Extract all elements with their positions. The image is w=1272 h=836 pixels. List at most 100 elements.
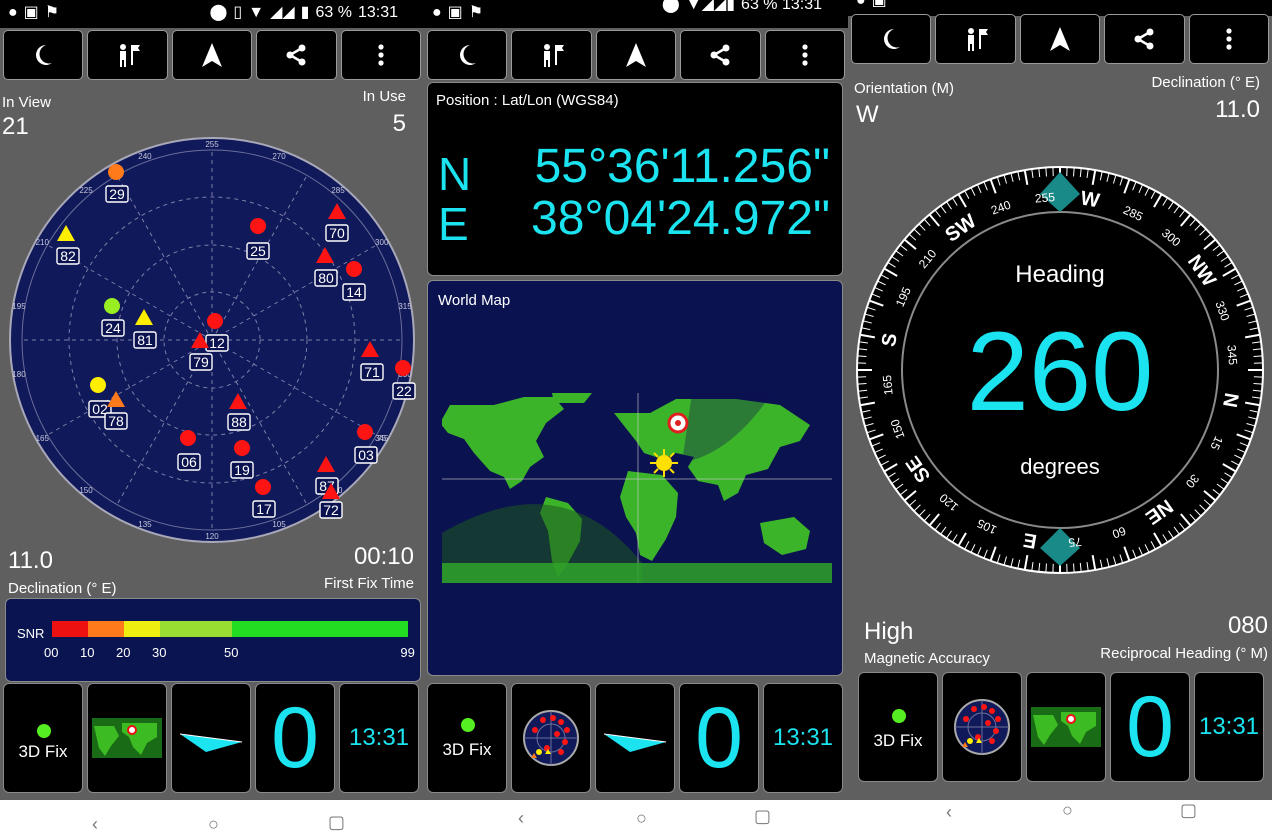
fix-label: 3D Fix — [18, 742, 68, 761]
sky-plot: 2402552702853003153303452252101951801651… — [9, 137, 416, 543]
signal-icon: ◢◢ — [270, 4, 295, 21]
location-icon: ⬤ — [209, 4, 228, 21]
counter-tile[interactable]: 0 — [679, 683, 759, 793]
dial-tick — [1253, 383, 1263, 385]
orientation-label: Orientation (M) — [854, 80, 955, 97]
status-time-partial: 63 % 13:31 — [741, 0, 822, 13]
world-map-tile[interactable] — [87, 683, 167, 793]
lat-hemisphere: N — [438, 148, 472, 200]
satellite-prn: 25 — [250, 243, 266, 259]
first-fix-value: 00:10 — [353, 543, 414, 570]
status-time: 13:31 — [357, 4, 398, 21]
battery-icon: ▮ — [300, 4, 310, 21]
snr-band-lightgreen — [159, 621, 232, 637]
compass-arrow-tile[interactable] — [171, 683, 251, 793]
waypoint-button[interactable] — [935, 14, 1016, 64]
fix-indicator-dot — [37, 724, 51, 738]
status-bar-2: ● ▣ ⚑ ⬤ ▼◢◢▮ 63 % 13:31 — [424, 0, 848, 28]
clock-tile[interactable]: 13:31 — [339, 683, 419, 793]
home-icon[interactable]: ○ — [208, 814, 219, 835]
share-button[interactable] — [256, 30, 337, 80]
satellite-marker — [207, 313, 223, 329]
dial-tick — [857, 383, 867, 385]
heading-value: 260 — [967, 309, 1154, 434]
pointer-arrow-icon — [603, 733, 667, 752]
vibrate-icon: ▯ — [233, 4, 243, 21]
clock-value: 13:31 — [1198, 713, 1260, 740]
counter-tile[interactable]: 0 — [255, 683, 335, 793]
azimuth-tick-label: 225 — [79, 186, 93, 195]
satellite-marker — [180, 430, 196, 446]
latitude-value: 55°36'11.256" — [534, 140, 830, 193]
person-flag-icon — [967, 28, 988, 51]
share-icon — [286, 44, 306, 66]
azimuth-tick-label: 300 — [375, 238, 389, 247]
azimuth-tick-label: 135 — [138, 520, 152, 529]
satellite-marker — [90, 377, 106, 393]
toolbar — [0, 30, 424, 82]
snr-tick-label: 30 — [152, 645, 167, 660]
clock-tile[interactable]: 13:31 — [763, 683, 843, 793]
fix-status-tile[interactable]: 3D Fix — [427, 683, 507, 793]
satellite-prn: 29 — [109, 186, 125, 202]
satellite-prn: 88 — [231, 414, 247, 430]
satellite-prn: 70 — [329, 225, 345, 241]
waypoint-button[interactable] — [87, 30, 168, 80]
image-icon: ▣ — [447, 4, 463, 21]
compass-panel: ● ▣ Orientation (M) W Declination (° E) 1… — [848, 0, 1272, 800]
azimuth-tick-label: 195 — [12, 302, 26, 311]
sky-plot-tile[interactable] — [511, 683, 591, 793]
recents-icon[interactable]: ▢ — [328, 812, 345, 833]
share-icon — [710, 44, 730, 66]
wifi-icon: ▼ — [248, 4, 265, 21]
mini-world-map — [92, 718, 162, 758]
home-icon[interactable]: ○ — [636, 808, 647, 829]
mini-world-map — [1031, 707, 1101, 747]
satellite-prn: 79 — [193, 354, 209, 370]
fix-status-tile[interactable]: 3D Fix — [858, 672, 938, 782]
fix-status-tile[interactable]: 3D Fix — [3, 683, 83, 793]
back-icon[interactable]: ‹ — [946, 802, 952, 823]
status-bar: ● ▣ ⚑ ⬤ ▯ ▼ ◢◢ ▮ 63 % 13:31 — [0, 0, 424, 28]
world-map-card: World Map — [427, 280, 843, 676]
home-icon[interactable]: ○ — [1062, 800, 1073, 821]
night-mode-button[interactable] — [427, 30, 508, 80]
navigate-button[interactable] — [595, 30, 677, 80]
azimuth-tick-label: 240 — [138, 152, 152, 161]
in-view-label: In View — [2, 94, 51, 111]
azimuth-tick-label: 270 — [272, 152, 286, 161]
snr-band-orange — [87, 621, 124, 637]
share-button[interactable] — [1104, 14, 1185, 64]
satellite-marker — [346, 261, 362, 277]
clock-tile[interactable]: 13:31 — [1194, 672, 1264, 782]
sky-plot-tile[interactable] — [942, 672, 1022, 782]
back-icon[interactable]: ‹ — [92, 814, 98, 835]
world-map-tile[interactable] — [1026, 672, 1106, 782]
share-button[interactable] — [680, 30, 761, 80]
night-mode-button[interactable] — [3, 30, 84, 80]
satellite-prn: 72 — [323, 502, 339, 518]
navigation-arrow-icon — [202, 43, 223, 67]
accuracy-value: High — [864, 618, 914, 645]
position-card: Position : Lat/Lon (WGS84) N 55°36'11.25… — [427, 82, 843, 276]
status-right-2: ⬤ ▼◢◢▮ 63 % 13:31 — [662, 0, 828, 18]
recents-icon[interactable]: ▢ — [1180, 800, 1197, 821]
counter-value: 0 — [271, 690, 319, 786]
compass-arrow-tile[interactable] — [595, 683, 675, 793]
dial-tick — [1045, 167, 1047, 177]
azimuth-tick-label: 165 — [36, 434, 50, 443]
azimuth-tick-label: 210 — [36, 238, 50, 247]
navigate-button[interactable] — [1019, 14, 1101, 64]
more-menu-button[interactable] — [764, 30, 846, 80]
navigate-button[interactable] — [171, 30, 253, 80]
night-mode-button[interactable] — [851, 14, 932, 64]
compass-declination-value: 11.0 — [1215, 96, 1260, 123]
more-menu-button[interactable] — [340, 30, 422, 80]
more-menu-button[interactable] — [1188, 14, 1270, 64]
back-icon[interactable]: ‹ — [518, 808, 524, 829]
satellite-marker — [108, 164, 124, 180]
fix-indicator-dot — [892, 709, 906, 723]
waypoint-button[interactable] — [511, 30, 592, 80]
counter-tile[interactable]: 0 — [1110, 672, 1190, 782]
recents-icon[interactable]: ▢ — [754, 806, 771, 827]
